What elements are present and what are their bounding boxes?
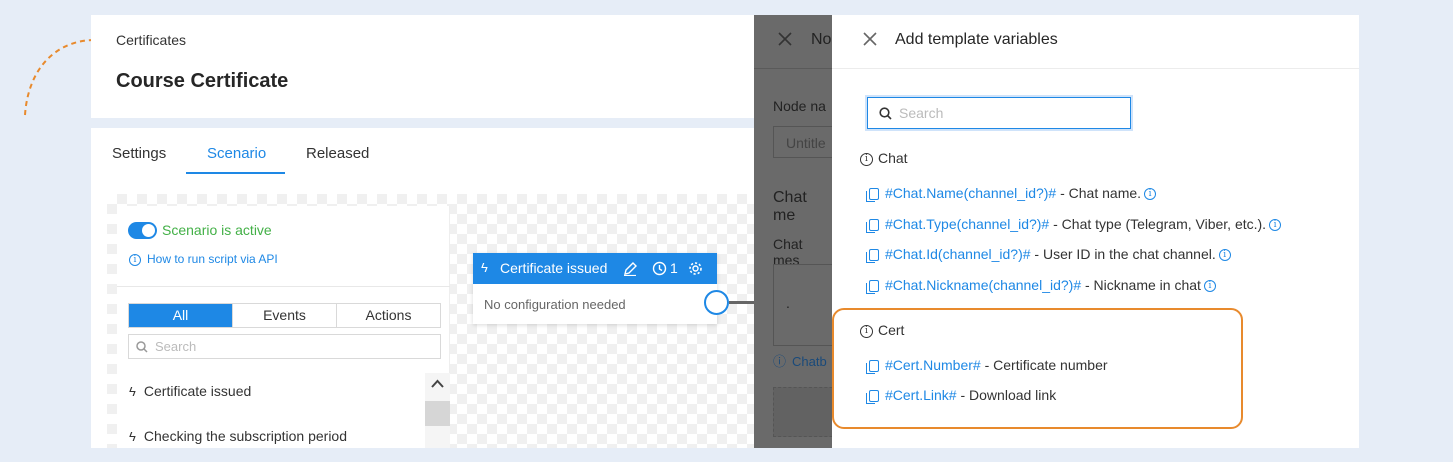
filter-all[interactable]: All bbox=[129, 304, 233, 327]
back-field-placeholder: Untitle bbox=[786, 135, 826, 151]
variable-code[interactable]: #Chat.Type(channel_id?)# bbox=[885, 216, 1049, 232]
list-item-label: Certificate issued bbox=[143, 383, 252, 399]
api-help-link[interactable]: i How to run script via API bbox=[129, 252, 278, 266]
lightning-icon: ϟ bbox=[481, 260, 488, 275]
variable-row[interactable]: #Chat.Id(channel_id?)# - User ID in the … bbox=[866, 246, 1231, 264]
back-chat-textarea: . bbox=[773, 264, 832, 346]
page-title: Course Certificate bbox=[116, 70, 289, 92]
gear-icon[interactable] bbox=[688, 261, 703, 276]
back-field-input: Untitle bbox=[773, 126, 832, 158]
history-icon[interactable] bbox=[652, 261, 667, 276]
lightning-icon: ϟ bbox=[129, 429, 136, 444]
back-link: ⓘ Chatb bbox=[773, 351, 827, 370]
info-icon[interactable]: i bbox=[1269, 219, 1282, 232]
divider bbox=[832, 68, 1359, 69]
list-item[interactable]: ϟ Checking the subscription period bbox=[129, 428, 347, 444]
node-title: Certificate issued bbox=[500, 260, 608, 276]
search-icon bbox=[136, 341, 148, 353]
scroll-thumb[interactable] bbox=[425, 401, 450, 426]
filter-actions[interactable]: Actions bbox=[337, 304, 440, 327]
search-icon bbox=[879, 107, 892, 120]
list-item-label: Checking the subscription period bbox=[143, 428, 348, 444]
section-title: Chat bbox=[878, 150, 908, 166]
variables-search-input[interactable]: Search bbox=[867, 97, 1131, 129]
close-icon bbox=[778, 32, 792, 46]
info-icon[interactable]: i bbox=[1218, 249, 1231, 262]
scrollbar[interactable] bbox=[425, 373, 450, 448]
variable-desc: - User ID in the chat channel. bbox=[1030, 246, 1216, 262]
back-chat-heading: Chat me bbox=[773, 189, 807, 224]
info-icon: i bbox=[860, 152, 873, 166]
filter-events[interactable]: Events bbox=[233, 304, 337, 327]
variable-code[interactable]: #Chat.Id(channel_id?)# bbox=[885, 246, 1031, 262]
chevron-up-icon bbox=[431, 379, 444, 388]
cert-highlight-box bbox=[832, 308, 1243, 429]
copy-icon[interactable] bbox=[866, 249, 879, 264]
scenario-active-label: Scenario is active bbox=[162, 222, 272, 238]
back-upload-area bbox=[773, 387, 832, 437]
back-field-label: Node na bbox=[773, 98, 826, 114]
divider bbox=[117, 286, 450, 287]
copy-icon[interactable] bbox=[866, 280, 879, 295]
variable-row[interactable]: #Chat.Nickname(channel_id?)# - Nickname … bbox=[866, 277, 1216, 295]
node-count: 1 bbox=[670, 260, 678, 276]
variable-code[interactable]: #Chat.Name(channel_id?)# bbox=[885, 185, 1056, 201]
scenario-active-toggle[interactable] bbox=[128, 222, 157, 239]
events-sidebar: Scenario is active i How to run script vi… bbox=[117, 206, 450, 448]
filter-segment: All Events Actions bbox=[128, 303, 441, 328]
back-link-label: Chatb bbox=[792, 354, 827, 369]
node-header: ϟ Certificate issued 1 bbox=[473, 253, 717, 284]
variable-row[interactable]: #Chat.Type(channel_id?)# - Chat type (Te… bbox=[866, 216, 1282, 234]
tab-scenario[interactable]: Scenario bbox=[207, 145, 266, 162]
copy-icon[interactable] bbox=[866, 219, 879, 234]
variable-code[interactable]: #Chat.Nickname(channel_id?)# bbox=[885, 277, 1081, 293]
variable-desc: - Chat name. bbox=[1056, 185, 1142, 201]
variables-search-placeholder: Search bbox=[899, 105, 944, 121]
variable-desc: - Nickname in chat bbox=[1081, 277, 1201, 293]
drawer-title: Add template variables bbox=[895, 31, 1058, 48]
close-icon[interactable] bbox=[863, 32, 877, 46]
api-help-link-label: How to run script via API bbox=[147, 252, 278, 266]
list-item[interactable]: ϟ Certificate issued bbox=[129, 383, 251, 399]
page-header: Certificates Course Certificate bbox=[91, 15, 771, 118]
events-search-placeholder: Search bbox=[155, 339, 197, 354]
flow-node[interactable]: ϟ Certificate issued 1 No configuration … bbox=[473, 253, 717, 324]
variable-desc: - Chat type (Telegram, Viber, etc.). bbox=[1049, 216, 1267, 232]
copy-icon[interactable] bbox=[866, 188, 879, 203]
info-icon[interactable]: i bbox=[1203, 280, 1216, 293]
breadcrumb[interactable]: Certificates bbox=[116, 32, 186, 48]
background-drawer-overlay: No Node na Untitle Chat me Chat mes . ⓘ C… bbox=[754, 15, 832, 448]
toggle-knob bbox=[142, 224, 155, 237]
edit-icon[interactable] bbox=[623, 262, 637, 276]
back-drawer-title: No bbox=[811, 31, 832, 48]
back-chat-textarea-value: . bbox=[786, 295, 790, 311]
active-tab-indicator bbox=[186, 172, 285, 174]
variable-row[interactable]: #Chat.Name(channel_id?)# - Chat name. i bbox=[866, 185, 1157, 203]
node-body-text: No configuration needed bbox=[484, 297, 626, 312]
section-chat: i Chat bbox=[860, 150, 908, 166]
info-icon: i bbox=[129, 253, 141, 266]
info-icon: ⓘ bbox=[773, 354, 787, 369]
tab-settings[interactable]: Settings bbox=[112, 145, 166, 162]
events-search-input[interactable]: Search bbox=[128, 334, 441, 359]
node-output-port[interactable] bbox=[704, 290, 729, 315]
divider bbox=[754, 68, 832, 69]
lightning-icon: ϟ bbox=[129, 384, 136, 399]
tab-released[interactable]: Released bbox=[306, 145, 369, 162]
info-icon[interactable]: i bbox=[1144, 188, 1157, 201]
